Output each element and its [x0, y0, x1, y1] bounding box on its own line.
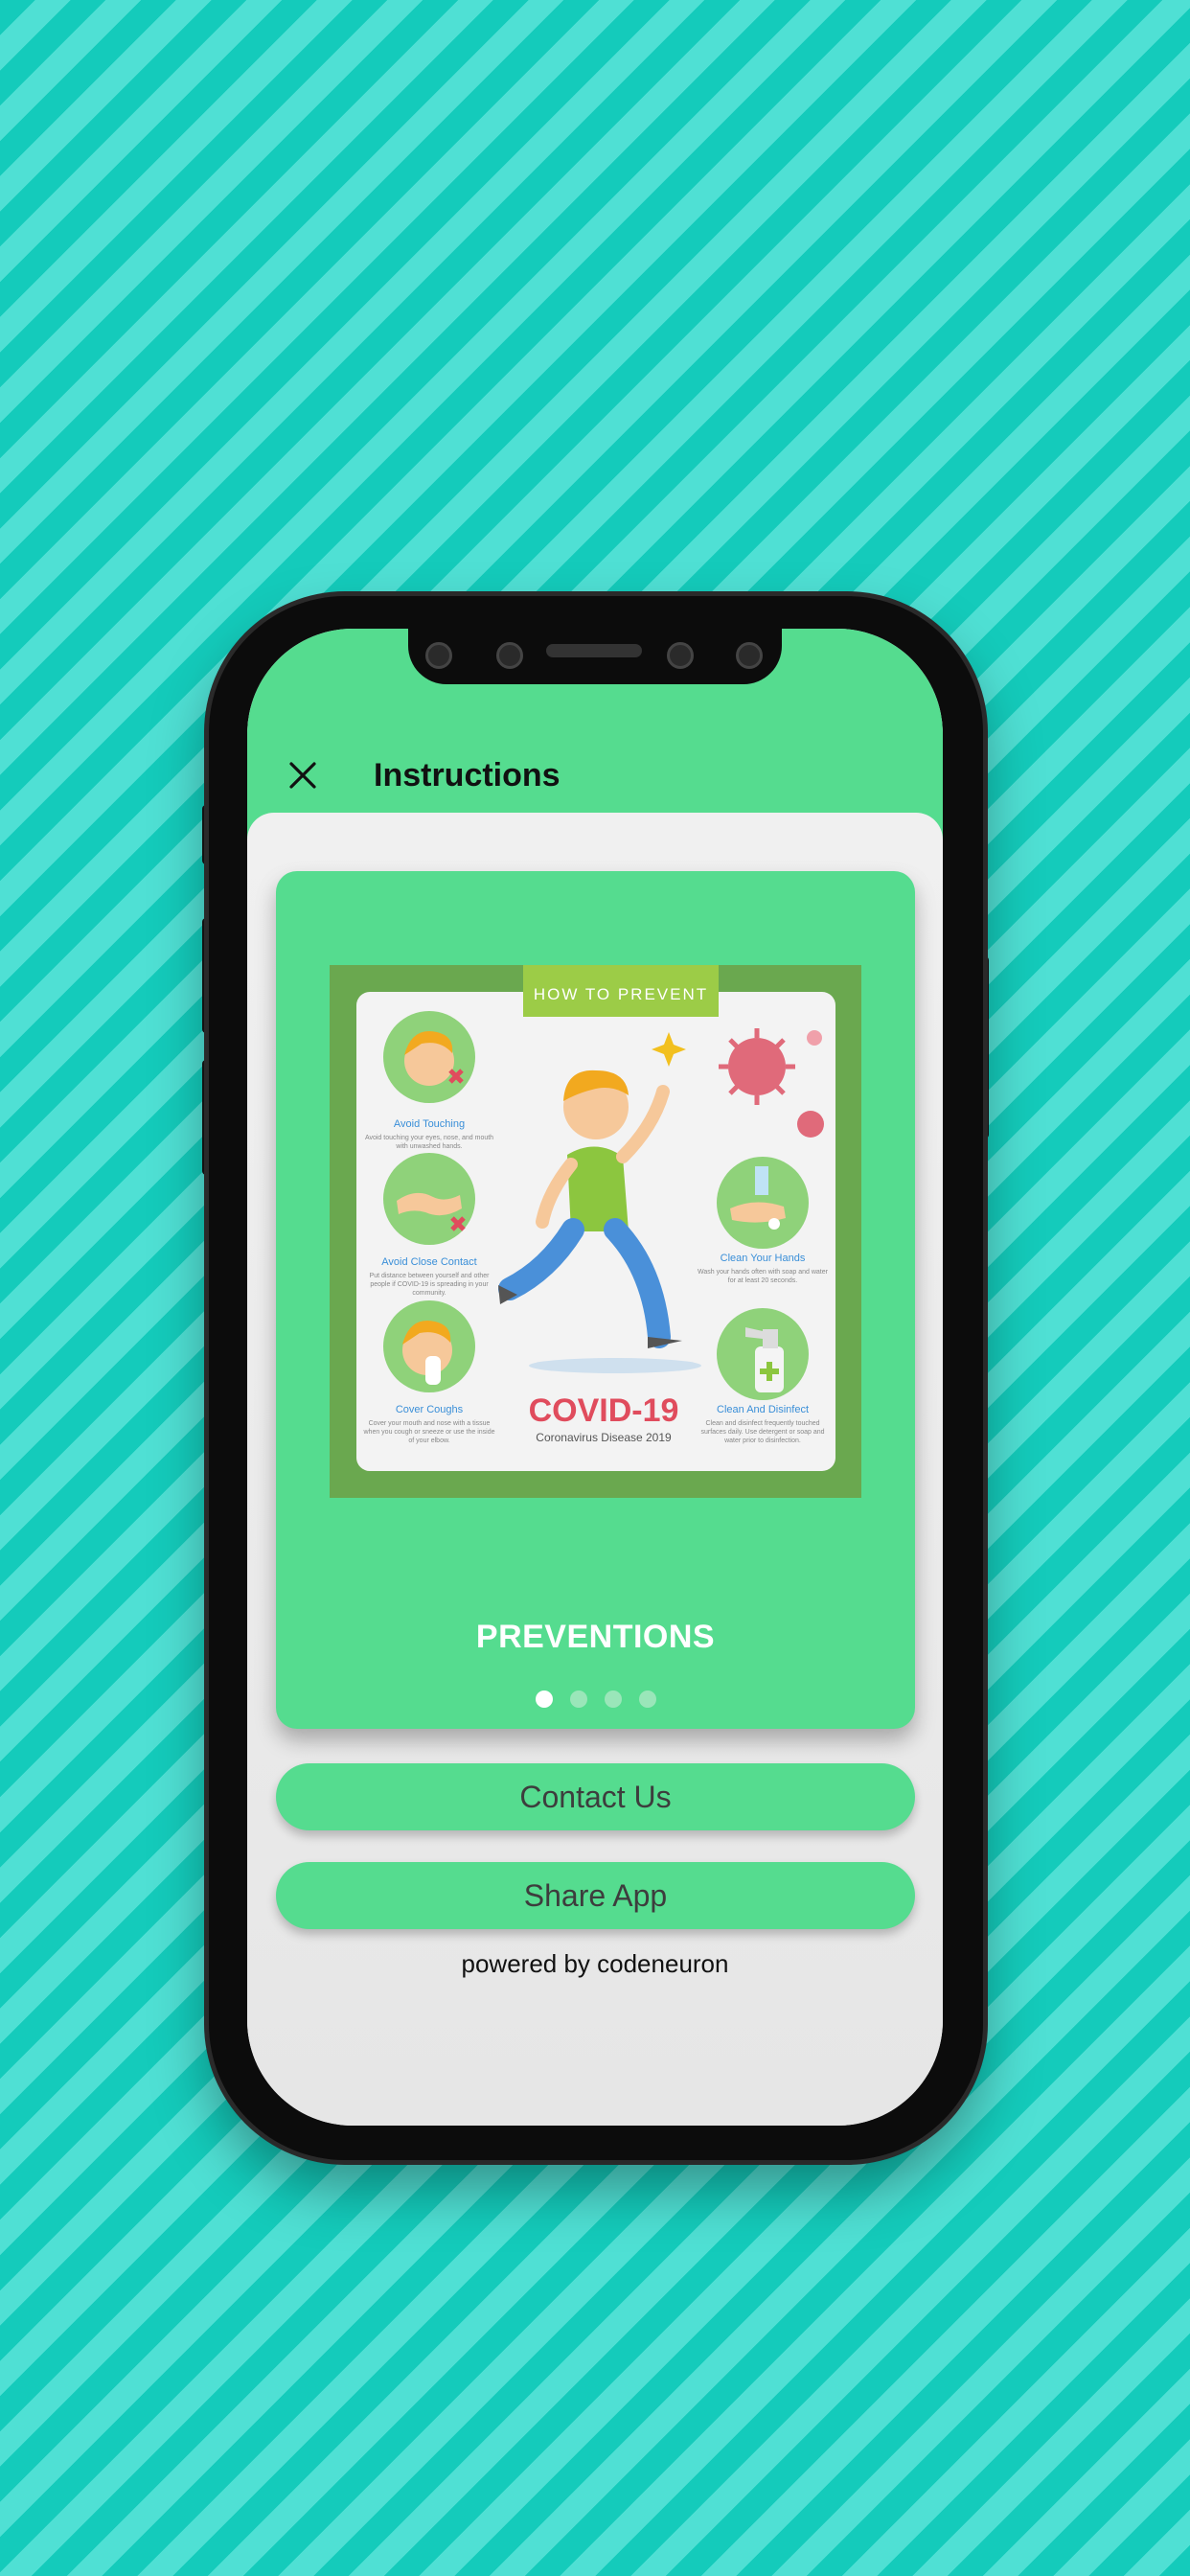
speaker-grille — [546, 644, 642, 657]
camera-icon — [496, 642, 523, 669]
poster-tag: HOW TO PREVENT — [523, 965, 719, 1017]
prevention-poster-image: HOW TO PREVENT Avoid Touching Avoid touc… — [330, 965, 861, 1498]
close-icon — [289, 762, 316, 789]
poster-subheadline: Coronavirus Disease 2019 — [536, 1431, 672, 1444]
cover-coughs-icon — [383, 1300, 475, 1392]
handshake-icon — [397, 1192, 466, 1231]
share-app-button[interactable]: Share App — [276, 1862, 915, 1929]
pagination-dots — [276, 1690, 915, 1708]
pagination-dot-2[interactable] — [569, 1690, 587, 1708]
instruction-card[interactable]: HOW TO PREVENT Avoid Touching Avoid touc… — [276, 871, 915, 1729]
sensor-icon — [425, 642, 452, 669]
tip-label-clean-hands: Clean Your Hands — [720, 1253, 806, 1264]
tip-desc-clean-disinfect: Clean and disinfect frequently touched s… — [700, 1420, 825, 1444]
tip-desc-cover-coughs: Cover your mouth and nose with a tissue … — [363, 1420, 495, 1444]
spray-bottle-icon — [745, 1327, 784, 1392]
poster-panel: HOW TO PREVENT Avoid Touching Avoid touc… — [356, 965, 835, 1471]
app-screen: Instructions HOW TO PREVENT Avoid Touchi — [247, 629, 943, 2126]
tip-label-cover-coughs: Cover Coughs — [395, 1404, 464, 1415]
close-button[interactable] — [276, 748, 330, 802]
virus-icon — [719, 1028, 824, 1138]
light-sensor-icon — [736, 642, 763, 669]
sparkle-icon — [652, 1032, 686, 1067]
pagination-dot-3[interactable] — [604, 1690, 622, 1708]
phone-notch — [408, 629, 782, 684]
clean-hands-icon — [717, 1157, 809, 1249]
pagination-dot-1[interactable] — [535, 1690, 553, 1708]
avoid-touching-icon — [383, 1011, 475, 1103]
card-title: PREVENTIONS — [475, 1619, 716, 1655]
running-boy-illustration — [498, 1070, 701, 1373]
tip-label-clean-disinfect: Clean And Disinfect — [717, 1404, 809, 1415]
pagination-dot-4[interactable] — [638, 1690, 656, 1708]
face-icon — [404, 1031, 464, 1086]
contact-us-button[interactable]: Contact Us — [276, 1763, 915, 1830]
washing-hands-icon — [730, 1166, 786, 1230]
avoid-contact-icon — [383, 1153, 475, 1245]
tip-desc-clean-hands: Wash your hands often with soap and wate… — [698, 1269, 828, 1284]
powered-by-text: powered by codeneuron — [461, 1949, 729, 1978]
cough-face-icon — [402, 1321, 452, 1385]
front-camera-icon — [667, 642, 694, 669]
clean-disinfect-icon — [717, 1308, 809, 1400]
page-title: Instructions — [374, 757, 561, 794]
poster-headline: COVID-19 — [528, 1392, 679, 1429]
